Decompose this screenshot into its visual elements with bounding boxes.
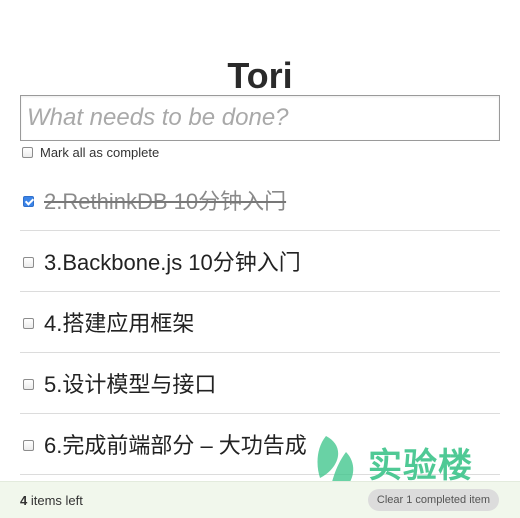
todo-item: 3.Backbone.js 10分钟入门 <box>20 231 500 292</box>
toggle-all[interactable]: Mark all as complete <box>22 143 159 161</box>
items-left-suffix: items left <box>27 493 83 508</box>
todo-item: 5.设计模型与接口 <box>20 353 500 414</box>
todo-item: 2.RethinkDB 10分钟入门 <box>20 170 500 231</box>
todo-checkbox[interactable] <box>23 317 34 329</box>
todo-checkbox[interactable] <box>23 378 34 390</box>
todo-list: 2.RethinkDB 10分钟入门 3.Backbone.js 10分钟入门 … <box>20 170 500 475</box>
todo-footer: 4 items left Clear 1 completed item <box>0 481 520 518</box>
todo-label[interactable]: 5.设计模型与接口 <box>44 367 216 399</box>
todo-label[interactable]: 3.Backbone.js 10分钟入门 <box>44 245 301 277</box>
todo-checkbox[interactable] <box>23 195 34 207</box>
todo-item: 6.完成前端部分 – 大功告成 <box>20 414 500 475</box>
clear-completed-button[interactable]: Clear 1 completed item <box>367 489 499 511</box>
todo-checkbox[interactable] <box>23 439 34 451</box>
todo-label[interactable]: 2.RethinkDB 10分钟入门 <box>44 184 286 216</box>
todo-item: 4.搭建应用框架 <box>20 292 500 353</box>
new-todo-input[interactable] <box>20 95 500 141</box>
items-left-count: 4 items left <box>20 493 83 508</box>
toggle-all-label: Mark all as complete <box>40 144 160 160</box>
toggle-all-checkbox[interactable] <box>22 146 33 158</box>
todo-label[interactable]: 6.完成前端部分 – 大功告成 <box>44 428 307 460</box>
app-title: Tori <box>227 55 293 97</box>
todo-label[interactable]: 4.搭建应用框架 <box>44 306 194 338</box>
todo-app: Tori Mark all as complete 2.RethinkDB 10… <box>0 0 520 518</box>
todo-checkbox[interactable] <box>23 256 34 268</box>
